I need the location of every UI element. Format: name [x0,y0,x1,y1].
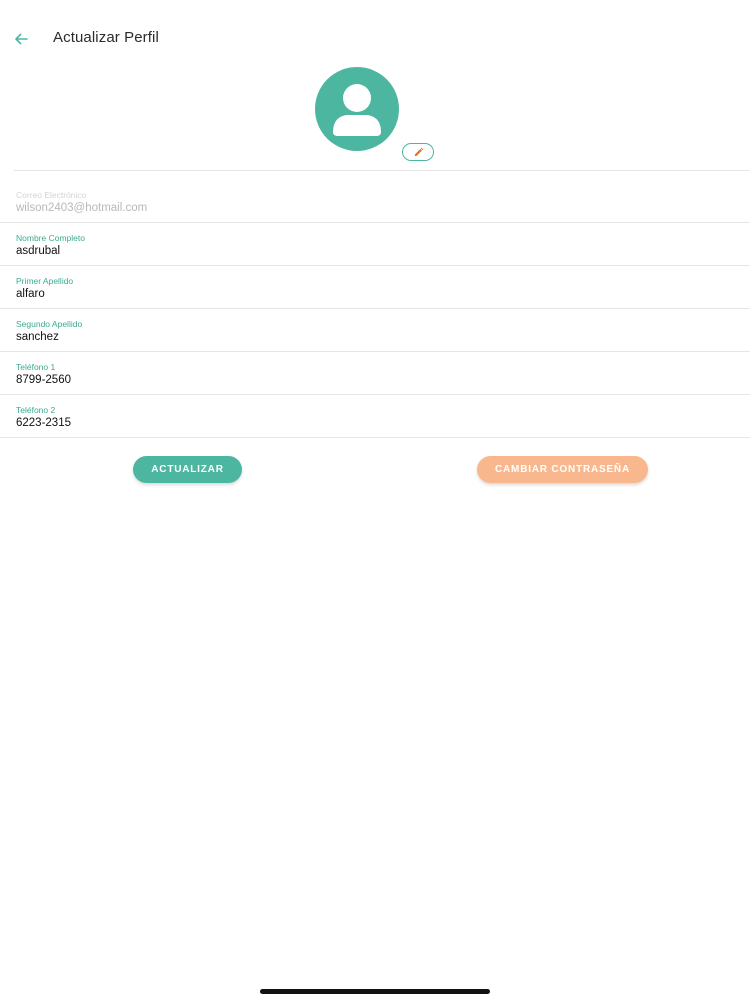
phone-2-label: Teléfono 2 [16,405,56,415]
first-surname-input[interactable] [16,288,716,300]
email-field: Correo Electrónico [0,180,750,223]
back-button[interactable] [8,26,34,52]
change-password-button[interactable]: CAMBIAR CONTRASEÑA [477,456,648,483]
full-name-input[interactable] [16,245,716,257]
update-button[interactable]: ACTUALIZAR [133,456,242,483]
user-icon [333,84,381,136]
edit-avatar-button[interactable] [402,143,434,161]
second-surname-label: Segundo Apellido [16,319,83,329]
avatar [315,67,399,151]
first-surname-label: Primer Apellido [16,276,74,286]
page-title: Actualizar Perfil [53,29,159,46]
divider [14,170,749,171]
second-surname-field: Segundo Apellido [0,309,750,352]
full-name-field: Nombre Completo [0,223,750,266]
home-indicator [260,989,490,994]
phone-2-input[interactable] [16,417,716,429]
first-surname-field: Primer Apellido [0,266,750,309]
phone-1-input[interactable] [16,374,716,386]
full-name-label: Nombre Completo [16,233,85,243]
avatar-circle [315,67,399,151]
phone-1-label: Teléfono 1 [16,362,56,372]
phone-2-field: Teléfono 2 [0,395,750,438]
profile-form: Correo Electrónico Nombre Completo Prime… [0,180,750,438]
second-surname-input[interactable] [16,331,716,343]
email-label: Correo Electrónico [16,190,87,200]
phone-1-field: Teléfono 1 [0,352,750,395]
email-input[interactable] [16,202,716,214]
pencil-icon [414,147,423,156]
arrow-left-icon [15,33,28,45]
